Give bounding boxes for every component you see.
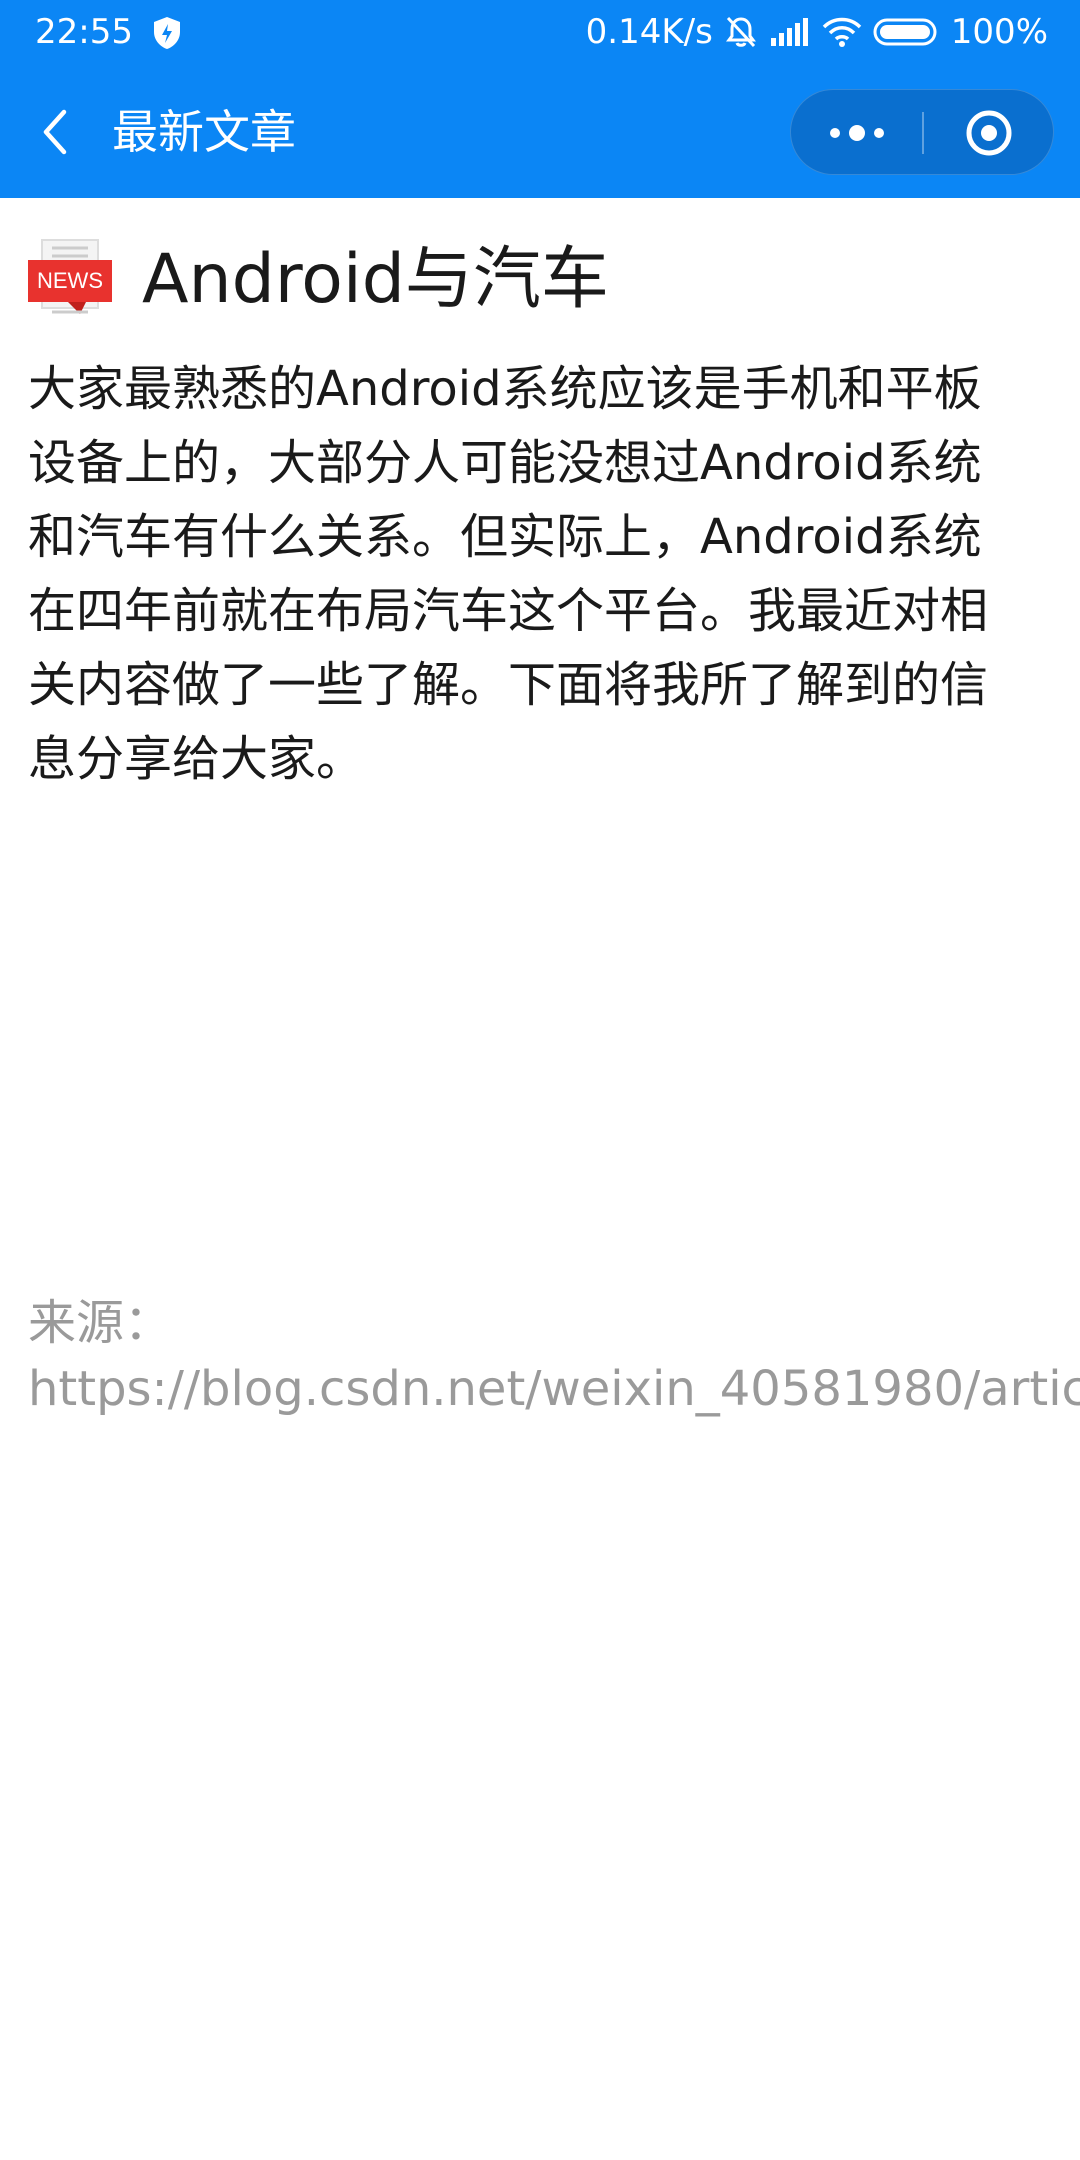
mute-icon	[723, 14, 759, 50]
news-badge-text: NEWS	[37, 268, 103, 293]
back-button[interactable]	[30, 102, 78, 162]
top-bar: 22:55 0.14K/s 100% 最新文章	[0, 0, 1080, 198]
source-label: 来源：	[28, 1295, 173, 1351]
status-bar: 22:55 0.14K/s 100%	[0, 0, 1080, 66]
net-speed: 0.14K/s	[585, 12, 713, 52]
back-arrow-icon	[43, 109, 67, 155]
more-dots-icon	[830, 125, 884, 141]
close-button[interactable]	[923, 90, 1055, 176]
status-time: 22:55	[35, 12, 133, 52]
article-content: NEWS Android与汽车 大家最熟悉的Android系统应该是手机和平板设…	[28, 230, 1028, 796]
menu-capsule	[790, 89, 1054, 175]
article-source: 来源： https://blog.csdn.net/weixin_4058198…	[28, 1290, 1080, 1422]
close-target-icon	[966, 110, 1012, 156]
nav-bar: 最新文章	[0, 66, 1080, 198]
status-right: 0.14K/s 100%	[586, 12, 1048, 52]
more-button[interactable]	[791, 90, 923, 176]
article-body: 大家最熟悉的Android系统应该是手机和平板设备上的，大部分人可能没想过And…	[28, 361, 989, 787]
source-link[interactable]: https://blog.csdn.net/weixin_40581980/ar…	[28, 1356, 1080, 1422]
article-title: Android与汽车	[142, 240, 609, 319]
battery-level: 100%	[950, 12, 1048, 52]
battery-icon	[873, 16, 941, 48]
signal-icon	[769, 16, 811, 48]
article-header: NEWS Android与汽车	[28, 230, 1028, 330]
nav-title: 最新文章	[112, 105, 296, 159]
shield-icon	[152, 16, 182, 50]
wifi-icon	[821, 16, 863, 48]
news-icon: NEWS	[28, 238, 112, 322]
